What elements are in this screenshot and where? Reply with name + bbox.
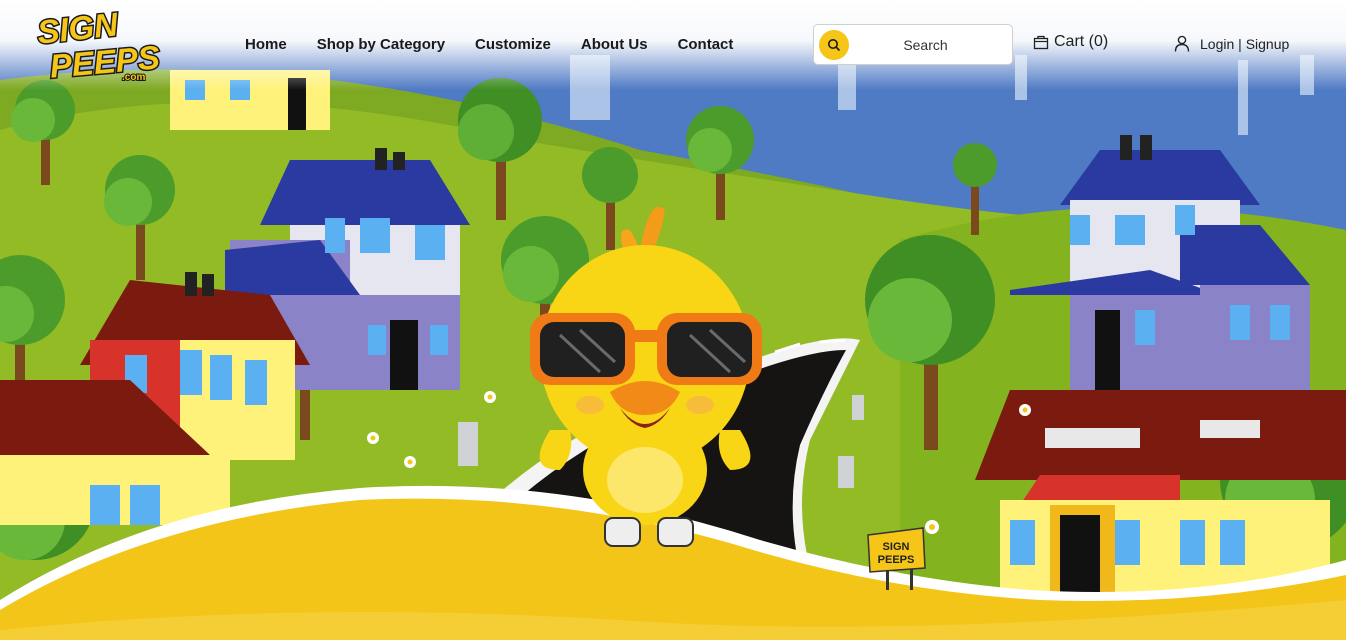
logo-suffix: .com [122,72,145,82]
account-links: Login | Signup [1174,35,1289,52]
signpeeps-logo[interactable]: SIGN PEEPS .com [34,6,168,82]
search-box[interactable]: Search [813,24,1013,65]
cart-link[interactable]: Cart (0) [1033,33,1108,51]
search-icon [828,38,841,51]
login-link[interactable]: Login [1200,36,1234,52]
nav-contact[interactable]: Contact [663,35,749,55]
user-icon [1174,35,1190,52]
site-header: SIGN PEEPS .com Home Shop by Category Cu… [0,0,1346,90]
search-input[interactable]: Search [849,37,1012,53]
yard-sign-line1: SIGN [883,541,910,553]
account-separator: | [1238,35,1242,52]
yard-sign-line2: PEEPS [878,554,915,566]
nav-home[interactable]: Home [230,35,302,55]
cart-icon [1033,35,1049,50]
hero-illustration: SIGN PEEPS [0,0,1346,640]
cart-label: Cart (0) [1054,33,1109,50]
signup-link[interactable]: Signup [1246,36,1290,52]
nav-customize[interactable]: Customize [460,35,566,55]
main-nav: Home Shop by Category Customize About Us… [230,35,748,55]
nav-shop-by-category[interactable]: Shop by Category [302,35,460,55]
nav-about-us[interactable]: About Us [566,35,663,55]
search-button[interactable] [819,29,849,60]
